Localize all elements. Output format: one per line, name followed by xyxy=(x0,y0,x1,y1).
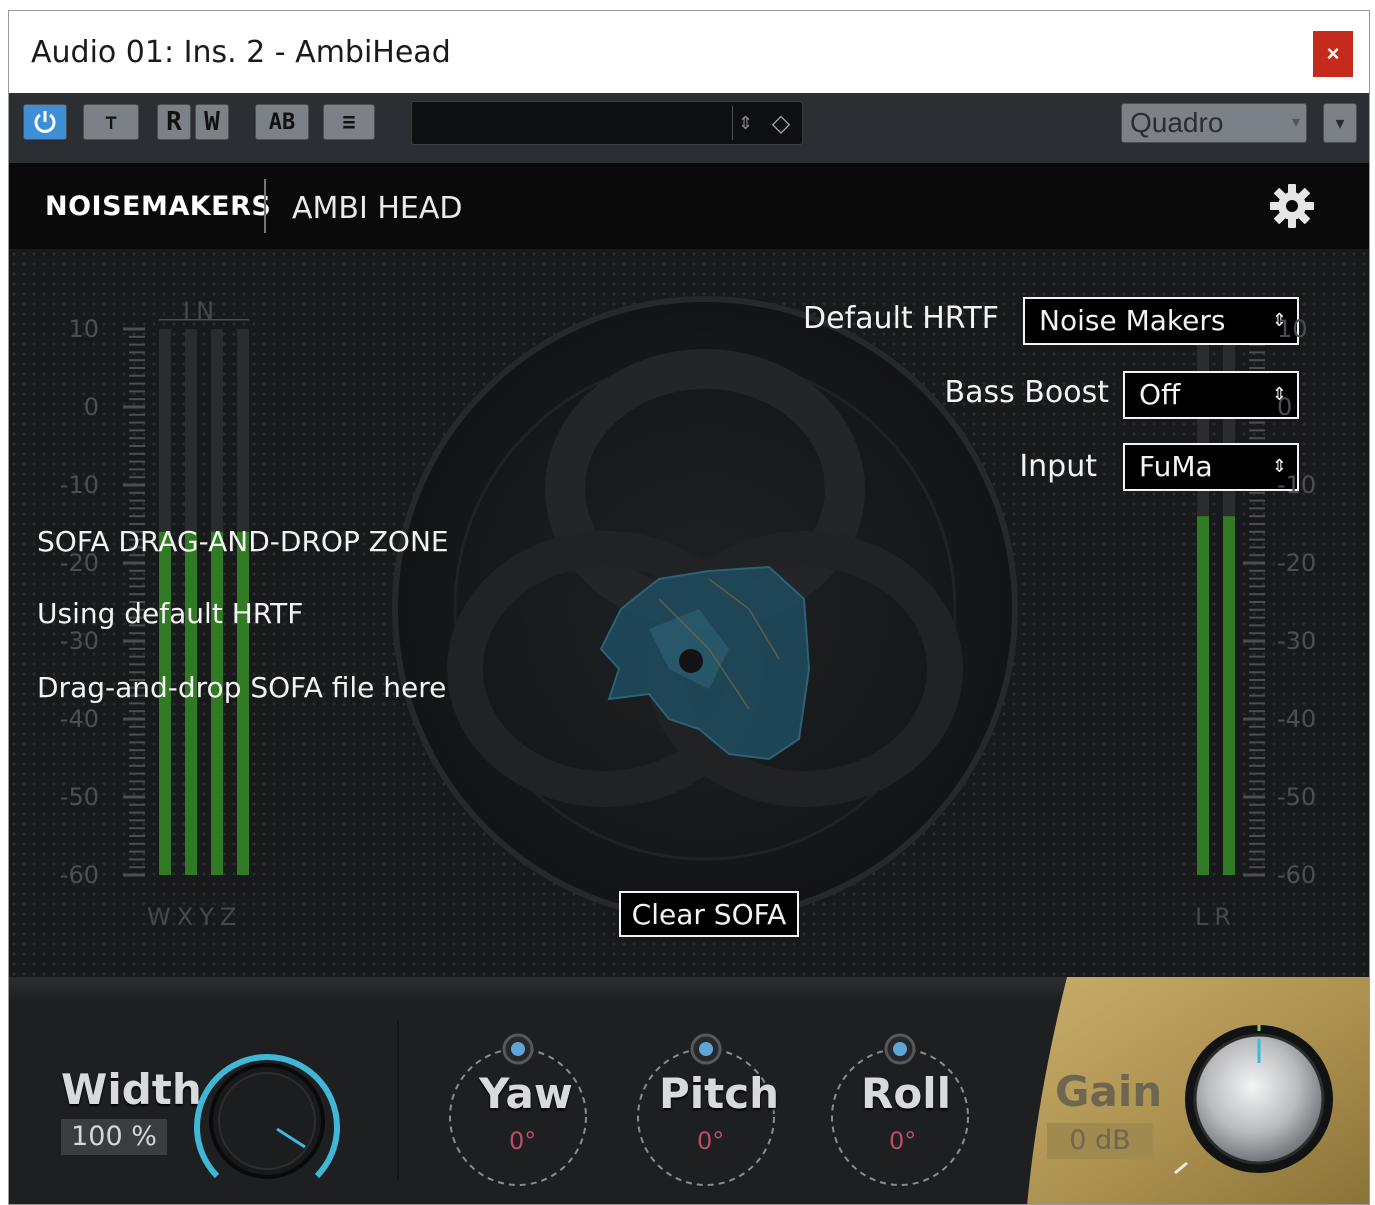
clear-sofa-button[interactable]: Clear SOFA xyxy=(619,891,799,937)
output-scale-label: 10 xyxy=(1277,315,1308,343)
toolbar-menu-button[interactable]: ▾ xyxy=(1323,103,1357,143)
power-button[interactable] xyxy=(23,104,67,140)
host-toolbar: ⊤ R W AB ≡ ⇕ ◇ Quadro ▾ ▾ xyxy=(9,93,1369,163)
input-format-select[interactable]: FuMa ⇕ xyxy=(1123,443,1299,491)
input-scale-label: -10 xyxy=(59,471,99,499)
output-config-value: Quadro xyxy=(1130,107,1224,138)
output-meter-level xyxy=(1223,516,1235,875)
spatial-display[interactable]: IN WXYZ LR Default HRTF Noise Makers ⇕ B… xyxy=(9,249,1369,977)
output-config-select[interactable]: Quadro ▾ xyxy=(1121,103,1307,143)
gain-knob[interactable] xyxy=(1187,1033,1331,1177)
width-knob[interactable] xyxy=(187,1041,347,1201)
preset-field[interactable]: ⇕ ◇ xyxy=(411,101,803,145)
gear-icon[interactable] xyxy=(1267,181,1317,231)
input-scale-label: 10 xyxy=(68,315,99,343)
control-strip: Width 100 % Yaw 0° Pitch 0° Roll 0° Gain… xyxy=(9,977,1369,1204)
read-automation-button[interactable]: R xyxy=(157,104,191,140)
input-channel-labels: WXYZ xyxy=(147,903,243,931)
yaw-value: 0° xyxy=(509,1127,537,1155)
bass-boost-value: Off xyxy=(1139,378,1181,411)
preset-menu-button[interactable]: ≡ xyxy=(323,104,375,140)
plugin-header: NOISEMAKERS AMBI HEAD xyxy=(9,163,1369,249)
roll-label: Roll xyxy=(861,1069,951,1118)
bass-boost-label: Bass Boost xyxy=(944,375,1109,410)
chevron-down-icon: ▾ xyxy=(1291,114,1300,131)
output-scale-label: -60 xyxy=(1277,861,1317,889)
sofa-hint: Drag-and-drop SOFA file here xyxy=(37,671,447,704)
output-scale-label: -20 xyxy=(1277,549,1317,577)
output-channel-labels: LR xyxy=(1195,903,1238,931)
default-hrtf-label: Default HRTF xyxy=(803,301,999,336)
output-scale-label: -40 xyxy=(1277,705,1317,733)
input-scale-label: -30 xyxy=(59,627,99,655)
output-scale-label: 0 xyxy=(1277,393,1293,421)
input-scale-label: -50 xyxy=(59,783,99,811)
input-scale-label: -20 xyxy=(59,549,99,577)
input-scale-label: -40 xyxy=(59,705,99,733)
pitch-label: Pitch xyxy=(659,1069,780,1118)
brand-logo: NOISEMAKERS xyxy=(45,191,272,222)
write-automation-button[interactable]: W xyxy=(195,104,229,140)
header-divider xyxy=(264,179,266,233)
output-scale-label: -30 xyxy=(1277,627,1317,655)
yaw-label: Yaw xyxy=(479,1069,573,1118)
preset-diamond-icon[interactable]: ◇ xyxy=(764,106,798,140)
preset-stepper-icon[interactable]: ⇕ xyxy=(732,106,758,140)
gain-value: 0 dB xyxy=(1047,1123,1153,1159)
output-scale-label: -50 xyxy=(1277,783,1317,811)
output-scale-label: -10 xyxy=(1277,471,1317,499)
ab-compare-button[interactable]: AB xyxy=(255,104,309,140)
bass-boost-select[interactable]: Off ⇕ xyxy=(1123,371,1299,419)
sofa-status: Using default HRTF xyxy=(37,597,304,630)
pitch-value: 0° xyxy=(697,1127,725,1155)
close-button[interactable]: × xyxy=(1313,31,1353,77)
product-name: AMBI HEAD xyxy=(292,191,463,226)
power-icon xyxy=(34,111,56,133)
roll-value: 0° xyxy=(889,1127,917,1155)
output-meter-level xyxy=(1197,516,1209,875)
input-scale-label: -60 xyxy=(59,861,99,889)
input-scale-label: 0 xyxy=(83,393,99,421)
plugin-window: Audio 01: Ins. 2 - AmbiHead × ⊤ R W AB ≡… xyxy=(8,10,1370,1205)
default-hrtf-select[interactable]: Noise Makers ⇕ xyxy=(1023,297,1299,345)
input-format-value: FuMa xyxy=(1139,450,1213,483)
window-title: Audio 01: Ins. 2 - AmbiHead xyxy=(31,35,451,70)
plugin-panel: NOISEMAKERS AMBI HEAD IN WXYZ LR Default… xyxy=(9,163,1369,1204)
width-label: Width xyxy=(61,1065,202,1114)
gain-label: Gain xyxy=(1055,1067,1163,1116)
title-bar: Audio 01: Ins. 2 - AmbiHead × xyxy=(9,11,1369,91)
bypass-button[interactable]: ⊤ xyxy=(83,104,139,140)
input-format-label: Input xyxy=(1019,449,1097,484)
default-hrtf-value: Noise Makers xyxy=(1039,304,1226,337)
width-value: 100 % xyxy=(61,1119,167,1155)
